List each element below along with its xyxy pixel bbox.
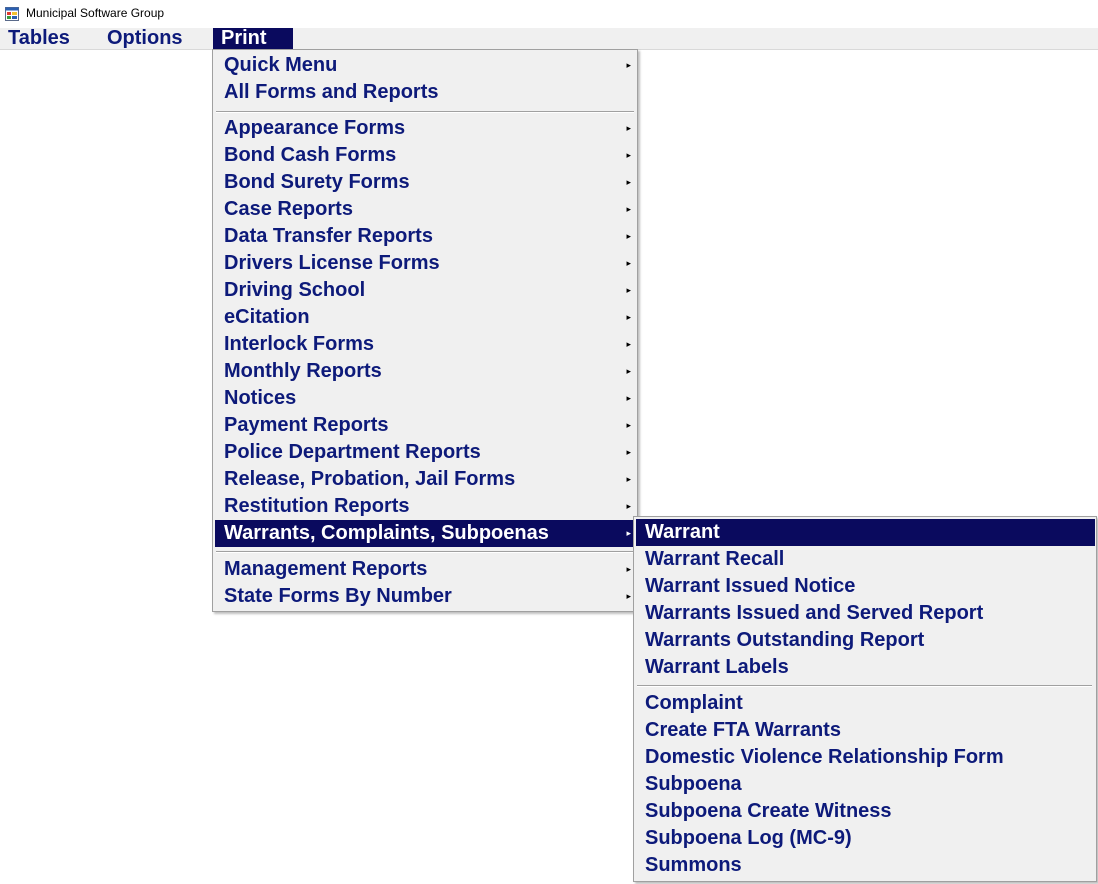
menu-item-label: Quick Menu [224, 54, 338, 76]
print-menu-item-warrants-complaints-subpoenas[interactable]: Warrants, Complaints, Subpoenas ▸ [215, 520, 637, 547]
submenu-arrow-icon: ▸ [626, 528, 631, 538]
submenu-arrow-icon: ▸ [626, 258, 631, 268]
menu-item-label: Release, Probation, Jail Forms [224, 468, 516, 490]
menu-item-label: Warrant Issued Notice [645, 575, 856, 597]
window-title: Municipal Software Group [26, 6, 165, 20]
print-menu-item-release-probation-jail-forms[interactable]: Release, Probation, Jail Forms ▸ [215, 466, 637, 493]
print-menu-dropdown: Quick Menu ▸ All Forms and Reports Appearan… [212, 49, 638, 612]
print-menu-item-payment-reports[interactable]: Payment Reports ▸ [215, 412, 637, 439]
submenu-arrow-icon: ▸ [626, 447, 631, 457]
menu-item-label: Bond Cash Forms [224, 144, 397, 166]
submenu-arrow-icon: ▸ [626, 204, 631, 214]
submenu-arrow-icon: ▸ [626, 366, 631, 376]
print-menu-item-state-forms-by-number[interactable]: State Forms By Number ▸ [215, 583, 637, 610]
menu-separator [216, 111, 634, 113]
submenu-arrow-icon: ▸ [626, 564, 631, 574]
menu-item-label: Create FTA Warrants [645, 719, 841, 741]
menu-item-label: Bond Surety Forms [224, 171, 410, 193]
menu-item-label: Management Reports [224, 558, 428, 580]
menu-item-label: Data Transfer Reports [224, 225, 433, 247]
menu-item-label: Subpoena Create Witness [645, 800, 892, 822]
warrants-menu-item-warrants-outstanding-report[interactable]: Warrants Outstanding Report [636, 627, 1095, 654]
warrants-menu-item-warrant[interactable]: Warrant [636, 519, 1095, 546]
menu-item-label: State Forms By Number [224, 585, 452, 607]
menu-item-label: Interlock Forms [224, 333, 375, 355]
print-menu-item-data-transfer-reports[interactable]: Data Transfer Reports ▸ [215, 223, 637, 250]
menu-item-label: Case Reports [224, 198, 353, 220]
menu-item-label: Driving School [224, 279, 366, 301]
menu-bar: Tables Options Print [0, 28, 1098, 50]
menu-item-label: Warrants, Complaints, Subpoenas [224, 522, 549, 544]
menu-separator [216, 551, 634, 553]
menu-item-label: Appearance Forms [224, 117, 406, 139]
menu-item-label: Payment Reports [224, 414, 389, 436]
menu-item-label: Warrant Recall [645, 548, 785, 570]
menu-item-label: Monthly Reports [224, 360, 382, 382]
submenu-arrow-icon: ▸ [626, 501, 631, 511]
menu-item-label: Notices [224, 387, 297, 409]
warrants-menu-item-warrant-labels[interactable]: Warrant Labels [636, 654, 1095, 681]
warrants-menu-item-complaint[interactable]: Complaint [636, 690, 1095, 717]
print-menu-item-interlock-forms[interactable]: Interlock Forms ▸ [215, 331, 637, 358]
menu-item-label: Warrant Labels [645, 656, 789, 678]
print-menu-item-management-reports[interactable]: Management Reports ▸ [215, 556, 637, 583]
menu-tables[interactable]: Tables [0, 28, 84, 49]
submenu-arrow-icon: ▸ [626, 150, 631, 160]
submenu-arrow-icon: ▸ [626, 474, 631, 484]
submenu-arrow-icon: ▸ [626, 420, 631, 430]
menu-item-label: Restitution Reports [224, 495, 410, 517]
warrants-menu-item-warrants-issued-and-served-report[interactable]: Warrants Issued and Served Report [636, 600, 1095, 627]
menu-item-label: Subpoena [645, 773, 742, 795]
warrants-menu-item-subpoena-create-witness[interactable]: Subpoena Create Witness [636, 798, 1095, 825]
print-menu-item-appearance-forms[interactable]: Appearance Forms ▸ [215, 115, 637, 142]
menu-item-label: Warrants Outstanding Report [645, 629, 925, 651]
print-menu-item-all-forms-and-reports[interactable]: All Forms and Reports [215, 79, 637, 106]
menu-item-label: Warrants Issued and Served Report [645, 602, 984, 624]
print-menu-item-restitution-reports[interactable]: Restitution Reports ▸ [215, 493, 637, 520]
print-menu-item-notices[interactable]: Notices ▸ [215, 385, 637, 412]
submenu-arrow-icon: ▸ [626, 285, 631, 295]
warrants-menu-item-warrant-issued-notice[interactable]: Warrant Issued Notice [636, 573, 1095, 600]
warrants-submenu-dropdown: Warrant Warrant Recall Warrant Issued Noti… [633, 516, 1097, 882]
menu-item-label: Summons [645, 854, 742, 876]
menu-print[interactable]: Print [213, 28, 293, 49]
submenu-arrow-icon: ▸ [626, 60, 631, 70]
submenu-arrow-icon: ▸ [626, 312, 631, 322]
submenu-arrow-icon: ▸ [626, 393, 631, 403]
submenu-arrow-icon: ▸ [626, 177, 631, 187]
print-menu-item-driving-school[interactable]: Driving School ▸ [215, 277, 637, 304]
submenu-arrow-icon: ▸ [626, 123, 631, 133]
warrants-menu-item-warrant-recall[interactable]: Warrant Recall [636, 546, 1095, 573]
menu-separator [637, 685, 1092, 687]
submenu-arrow-icon: ▸ [626, 339, 631, 349]
print-menu-item-monthly-reports[interactable]: Monthly Reports ▸ [215, 358, 637, 385]
print-menu-item-quick-menu[interactable]: Quick Menu ▸ [215, 52, 637, 79]
warrants-menu-item-subpoena-log-mc-9[interactable]: Subpoena Log (MC-9) [636, 825, 1095, 852]
menu-item-label: All Forms and Reports [224, 81, 439, 103]
print-menu-item-police-department-reports[interactable]: Police Department Reports ▸ [215, 439, 637, 466]
menu-item-label: Warrant [645, 521, 720, 543]
print-menu-item-case-reports[interactable]: Case Reports ▸ [215, 196, 637, 223]
warrants-menu-item-domestic-violence-relationship-form[interactable]: Domestic Violence Relationship Form [636, 744, 1095, 771]
print-menu-item-bond-cash-forms[interactable]: Bond Cash Forms ▸ [215, 142, 637, 169]
menu-item-label: Police Department Reports [224, 441, 481, 463]
warrants-menu-item-subpoena[interactable]: Subpoena [636, 771, 1095, 798]
print-menu-item-bond-surety-forms[interactable]: Bond Surety Forms ▸ [215, 169, 637, 196]
menu-item-label: Complaint [645, 692, 743, 714]
app-window-icon [5, 7, 19, 21]
menu-item-label: Drivers License Forms [224, 252, 440, 274]
warrants-menu-item-create-fta-warrants[interactable]: Create FTA Warrants [636, 717, 1095, 744]
submenu-arrow-icon: ▸ [626, 231, 631, 241]
menu-item-label: eCitation [224, 306, 310, 328]
menu-item-label: Subpoena Log (MC-9) [645, 827, 852, 849]
warrants-menu-item-summons[interactable]: Summons [636, 852, 1095, 879]
print-menu-item-ecitation[interactable]: eCitation ▸ [215, 304, 637, 331]
menu-options[interactable]: Options [99, 28, 195, 49]
menu-item-label: Domestic Violence Relationship Form [645, 746, 1004, 768]
submenu-arrow-icon: ▸ [626, 591, 631, 601]
title-bar: Municipal Software Group [0, 0, 1098, 28]
print-menu-item-drivers-license-forms[interactable]: Drivers License Forms ▸ [215, 250, 637, 277]
